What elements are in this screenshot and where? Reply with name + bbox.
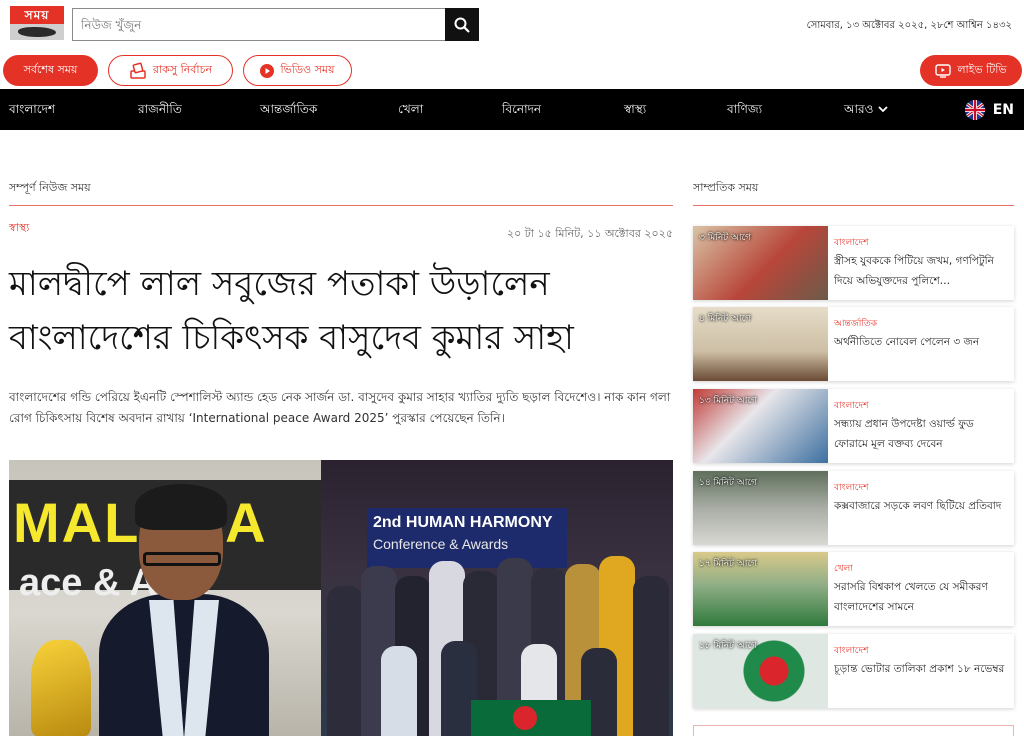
news-title[interactable]: সরাসরি বিশ্বকাপ খেলতে যে সমীকরণ বাংলাদেশ… (834, 577, 1006, 617)
photo-left-panel: MALDHA ace & Awa (9, 460, 321, 736)
time-ago-badge: ১৭ মিনিট আগে (699, 559, 757, 569)
nav-item-entertainment[interactable]: বিনোদন (502, 89, 541, 130)
nav-item-business[interactable]: বাণিজ্য (727, 89, 762, 130)
top-bar: সময় সোমবার, ১৩ অক্টোবর ২০২৫, ২৮শে আশ্বি… (0, 0, 1024, 48)
site-logo[interactable]: সময় (10, 6, 64, 40)
uk-flag-icon (964, 99, 985, 120)
nav-item-international[interactable]: আন্তর্জাতিক (260, 89, 317, 130)
news-category[interactable]: বাংলাদেশ (834, 480, 868, 495)
election-label: রাকসু নির্বাচন (152, 63, 213, 76)
sidebar-next-card-edge (693, 725, 1014, 736)
news-thumbnail: ১৮ মিনিট আগে (693, 634, 828, 708)
photo-right-panel: 2nd HUMAN HARMONY Conference & Awards (321, 460, 673, 736)
news-category[interactable]: বাংলাদেশ (834, 398, 868, 413)
search-icon (454, 17, 470, 33)
photo-person (99, 484, 269, 736)
publish-time: ২০ টা ১৫ মিনিট, ১১ অক্টোবর ২০২৫ (506, 227, 673, 240)
latest-news-button[interactable]: সর্বশেষ সময় (3, 55, 98, 86)
language-label: EN (992, 101, 1014, 118)
sidebar-divider (693, 205, 1014, 206)
logo-text: সময় (10, 6, 64, 24)
latest-news-label: সর্বশেষ সময় (23, 63, 78, 76)
photo-stage-text-1: 2nd HUMAN HARMONY (373, 514, 553, 531)
nav-item-politics[interactable]: রাজনীতি (138, 89, 182, 130)
bangladesh-flag-image (471, 700, 591, 736)
time-ago-badge: ৪ মিনিট আগে (699, 314, 751, 324)
nav-item-health[interactable]: স্বাস্থ্য (624, 89, 646, 130)
time-ago-badge: ১৮ মিনিট আগে (699, 641, 757, 651)
news-title[interactable]: অর্থনীতিতে নোবেল পেলেন ৩ জন (834, 332, 1006, 352)
language-switch[interactable]: EN (964, 89, 1014, 130)
news-title[interactable]: কক্সবাজারে সড়কে লবণ ছিটিয়ে প্রতিবাদ (834, 496, 1006, 516)
nav-item-more[interactable]: আরও (844, 89, 889, 130)
logo-globe-icon (10, 24, 64, 40)
election-button[interactable]: রাকসু নির্বাচন (108, 55, 233, 86)
article-category[interactable]: স্বাস্থ্য (9, 219, 29, 238)
news-thumbnail: ৪ মিনিট আগে (693, 307, 828, 381)
time-ago-badge: ৩ মিনিট আগে (699, 233, 752, 243)
live-tv-label: লাইভ টিভি (957, 63, 1007, 76)
news-category[interactable]: আন্তর্জাতিক (834, 316, 877, 331)
ballot-box-icon (130, 62, 146, 79)
sidebar-title: সাম্প্রতিক সময় (693, 181, 759, 194)
article-photo: MALDHA ace & Awa 2nd HUMAN HARMONY Confe… (9, 460, 673, 736)
recent-news-card[interactable]: ৪ মিনিট আগে আন্তর্জাতিক অর্থনীতিতে নোবেল… (693, 307, 1014, 381)
time-ago-badge: ১৩ মিনিট আগে (699, 396, 757, 406)
current-date: সোমবার, ১৩ অক্টোবর ২০২৫, ২৮শে আশ্বিন ১৪৩… (806, 20, 1012, 31)
main-nav: বাংলাদেশ রাজনীতি আন্তর্জাতিক খেলা বিনোদন… (0, 89, 1024, 130)
video-button[interactable]: ভিডিও সময় (243, 55, 352, 86)
section-divider (9, 205, 673, 206)
news-category[interactable]: খেলা (834, 561, 853, 576)
recent-news-card[interactable]: ১৮ মিনিট আগে বাংলাদেশ চূড়ান্ত ভোটার তাল… (693, 634, 1014, 708)
search-button[interactable] (445, 8, 479, 41)
news-thumbnail: ১৭ মিনিট আগে (693, 552, 828, 626)
trophy-image (31, 640, 91, 736)
video-label: ভিডিও সময় (280, 63, 335, 76)
live-tv-button[interactable]: লাইভ টিভি (920, 55, 1022, 86)
chevron-down-icon (878, 106, 889, 113)
nav-item-bangladesh[interactable]: বাংলাদেশ (9, 89, 55, 130)
search-input[interactable] (73, 9, 446, 40)
news-category[interactable]: বাংলাদেশ (834, 643, 868, 658)
news-thumbnail: ১৩ মিনিট আগে (693, 389, 828, 463)
news-title[interactable]: স্ত্রীসহ যুবককে পিটিয়ে জখম, গণপিটুনি দি… (834, 251, 1006, 291)
news-category[interactable]: বাংলাদেশ (834, 235, 868, 250)
news-title[interactable]: সন্ধ্যায় প্রধান উপদেষ্টা ওয়ার্ল্ড ফুড … (834, 414, 1006, 454)
tv-icon (935, 63, 952, 78)
search-box (72, 8, 446, 41)
news-thumbnail: ৩ মিনিট আগে (693, 226, 828, 300)
recent-news-card[interactable]: ১৭ মিনিট আগে খেলা সরাসরি বিশ্বকাপ খেলতে … (693, 552, 1014, 626)
nav-item-sports[interactable]: খেলা (398, 89, 423, 130)
nav-more-label: আরও (844, 102, 874, 116)
news-title[interactable]: চূড়ান্ত ভোটার তালিকা প্রকাশ ১৮ নভেম্বর (834, 659, 1006, 679)
time-ago-badge: ১৪ মিনিট আগে (699, 478, 757, 488)
section-title: সম্পূর্ণ নিউজ সময় (9, 181, 91, 194)
news-thumbnail: ১৪ মিনিট আগে (693, 471, 828, 545)
play-icon (260, 63, 275, 78)
recent-news-card[interactable]: ১৩ মিনিট আগে বাংলাদেশ সন্ধ্যায় প্রধান উ… (693, 389, 1014, 463)
article-summary: বাংলাদেশের গন্ডি পেরিয়ে ইএনটি স্পেশালিস… (9, 390, 671, 425)
recent-news-card[interactable]: ১৪ মিনিট আগে বাংলাদেশ কক্সবাজারে সড়কে ল… (693, 471, 1014, 545)
article-headline: মালদ্বীপে লাল সবুজের পতাকা উড়ালেন বাংলা… (9, 264, 574, 358)
recent-news-card[interactable]: ৩ মিনিট আগে বাংলাদেশ স্ত্রীসহ যুবককে পিট… (693, 226, 1014, 300)
